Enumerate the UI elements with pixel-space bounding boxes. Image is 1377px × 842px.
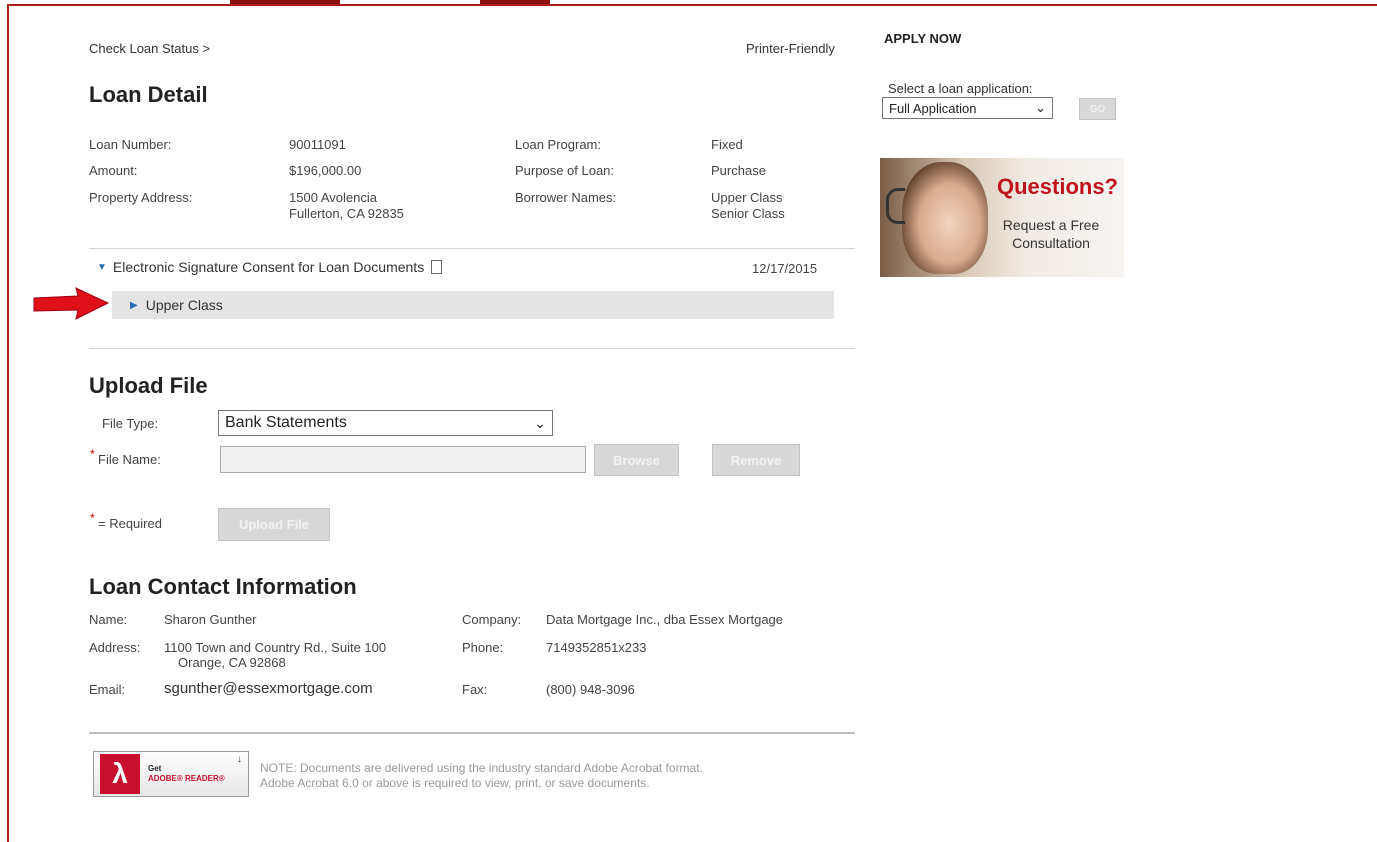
contact-name: Sharon Gunther: [164, 612, 257, 627]
property-address-line1: 1500 Avolencia: [289, 190, 377, 205]
signer-name: Upper Class: [145, 297, 223, 313]
borrower-name-2: Senior Class: [711, 206, 785, 221]
headset-icon: [886, 188, 905, 224]
chevron-down-icon: ⌄: [1035, 100, 1046, 115]
loan-detail-title: Loan Detail: [89, 82, 208, 107]
go-button[interactable]: GO: [1079, 98, 1116, 120]
loan-application-select[interactable]: Full Application ⌄: [882, 97, 1053, 119]
contact-company-label: Company:: [462, 612, 522, 627]
consultant-photo: [902, 162, 988, 274]
loan-program-value: Fixed: [711, 137, 743, 152]
red-arrow-icon: [33, 287, 110, 320]
top-decoration: [230, 0, 340, 4]
borrower-names-label: Borrower Names:: [515, 190, 617, 205]
caret-down-icon: ▼: [97, 261, 107, 273]
borrower-name-1: Upper Class: [711, 190, 783, 205]
promo-title: Questions?: [996, 174, 1118, 199]
consent-document-title: Electronic Signature Consent for Loan Do…: [112, 259, 425, 275]
upload-file-title: Upload File: [89, 373, 208, 398]
file-name-input[interactable]: [220, 446, 586, 473]
contact-email-link[interactable]: sgunther@essexmortgage.com: [164, 680, 373, 697]
contact-company: Data Mortgage Inc., dba Essex Mortgage: [546, 612, 784, 627]
loan-number-value: 90011091: [289, 137, 346, 152]
adobe-note-line2: Adobe Acrobat 6.0 or above is required t…: [260, 776, 650, 790]
divider: [89, 248, 855, 249]
amount-label: Amount:: [89, 163, 138, 178]
contact-address-line2: Orange, CA 92868: [178, 655, 286, 670]
signer-row-upper-class[interactable]: ▶ Upper Class: [112, 291, 834, 319]
loan-application-value: Full Application: [889, 100, 977, 116]
printer-friendly-link[interactable]: Printer-Friendly: [746, 41, 835, 56]
required-legend: = Required: [98, 516, 162, 531]
contact-phone-label: Phone:: [462, 640, 504, 655]
adobe-logo-icon: λ: [100, 754, 140, 794]
contact-address-label: Address:: [89, 640, 141, 655]
remove-button[interactable]: Remove: [712, 444, 800, 476]
adobe-badge-line1: Get: [148, 764, 162, 773]
questions-promo-banner[interactable]: Questions? Request a Free Consultation: [880, 158, 1124, 277]
consent-date: 12/17/2015: [752, 261, 818, 276]
purpose-label: Purpose of Loan:: [515, 163, 615, 178]
caret-right-icon: ▶: [130, 299, 138, 311]
apply-now-heading: APPLY NOW: [884, 31, 962, 46]
property-address-label: Property Address:: [89, 190, 193, 205]
browse-button[interactable]: Browse: [594, 444, 679, 476]
promo-text: Request a Free Consultation: [986, 216, 1116, 252]
loan-program-label: Loan Program:: [515, 137, 601, 152]
file-type-select[interactable]: Bank Statements ⌄: [218, 410, 553, 436]
adobe-badge-line2: ADOBE® READER®: [148, 774, 225, 783]
loan-contact-title: Loan Contact Information: [89, 574, 357, 599]
loan-number-label: Loan Number:: [89, 137, 172, 152]
contact-email-label: Email:: [89, 682, 126, 697]
divider: [89, 348, 855, 349]
contact-address-line1: 1100 Town and Country Rd., Suite 100: [164, 640, 387, 655]
chevron-down-icon: ⌄: [534, 414, 546, 431]
promo-line1: Request a Free: [1002, 217, 1100, 233]
get-adobe-reader-badge[interactable]: λ Get ADOBE® READER® ↓: [93, 751, 249, 797]
frame-top-border: [7, 4, 1377, 6]
upload-file-button[interactable]: Upload File: [218, 508, 330, 541]
required-star: *: [90, 447, 95, 461]
file-type-value: Bank Statements: [225, 414, 347, 431]
required-star: *: [90, 511, 95, 525]
top-decoration: [480, 0, 550, 4]
file-type-label: File Type:: [102, 416, 159, 431]
contact-fax-label: Fax:: [462, 682, 488, 697]
document-icon[interactable]: [431, 260, 443, 274]
amount-value: $196,000.00: [289, 163, 362, 178]
contact-fax: (800) 948-3096: [546, 682, 635, 697]
adobe-note-line1: NOTE: Documents are delivered using the …: [260, 761, 703, 775]
adobe-note: NOTE: Documents are delivered using the …: [260, 761, 703, 791]
purpose-value: Purchase: [711, 163, 766, 178]
breadcrumb[interactable]: Check Loan Status >: [89, 41, 210, 56]
divider: [89, 732, 855, 734]
frame-left-border: [7, 4, 9, 842]
file-name-label: File Name:: [98, 452, 161, 467]
contact-name-label: Name:: [89, 612, 128, 627]
loan-application-select-label: Select a loan application:: [888, 81, 1033, 96]
consent-document-row[interactable]: ▼ Electronic Signature Consent for Loan …: [97, 259, 443, 275]
promo-line2: Consultation: [1012, 235, 1090, 251]
property-address-line2: Fullerton, CA 92835: [289, 206, 404, 221]
contact-phone: 7149352851x233: [546, 640, 647, 655]
download-arrow-icon: ↓: [237, 754, 242, 765]
